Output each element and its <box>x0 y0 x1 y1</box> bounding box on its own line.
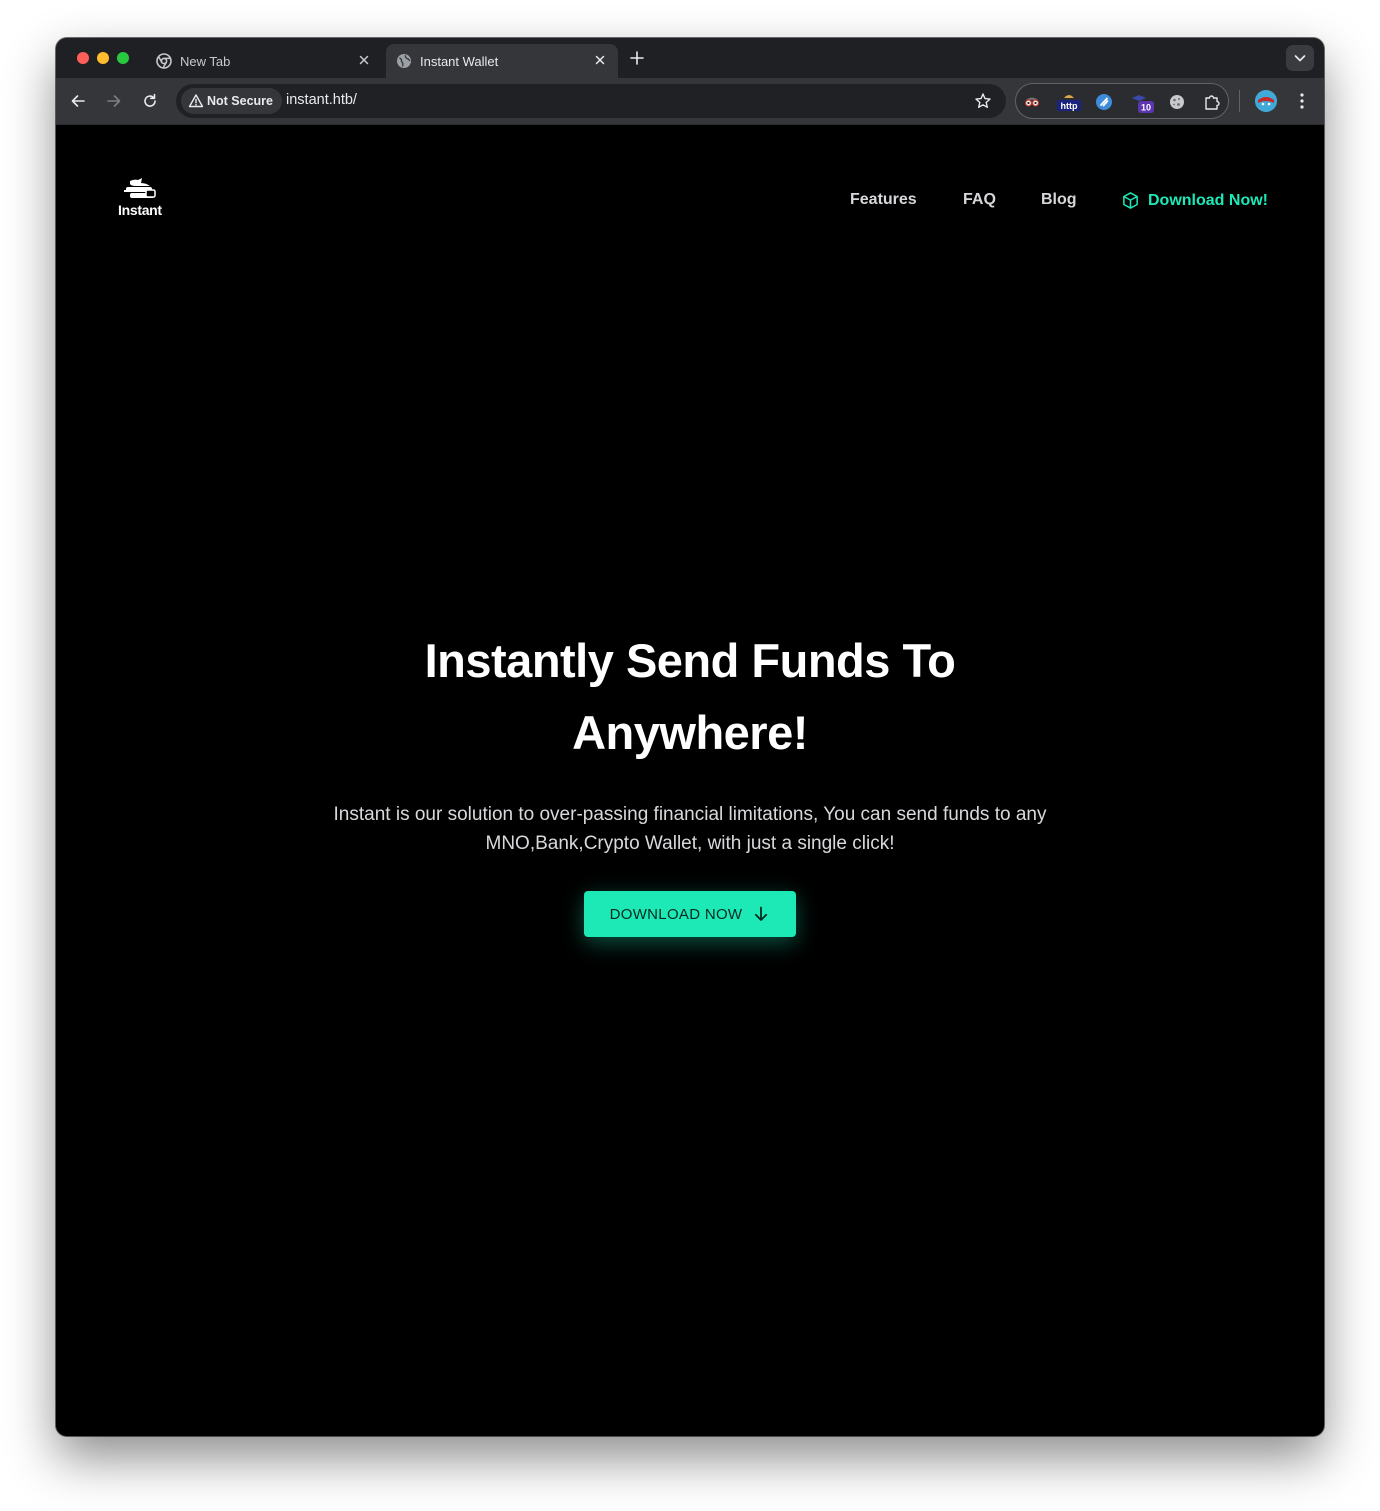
nav-download-link[interactable]: Download Now! <box>1121 191 1268 210</box>
close-window-button[interactable] <box>77 52 89 64</box>
close-tab-icon[interactable] <box>356 52 372 68</box>
http-extension-label: http <box>1061 101 1078 111</box>
hero-title-line-2: Anywhere! <box>572 706 808 759</box>
more-menu-icon[interactable] <box>1293 91 1311 111</box>
hero-title-line-1: Instantly Send Funds To <box>424 634 956 687</box>
browser-window: New Tab Instant Wallet Not Secure instan… <box>56 38 1324 1436</box>
nav-faq-link[interactable]: FAQ <box>963 191 996 209</box>
hero-title: Instantly Send Funds To Anywhere! <box>56 625 1324 769</box>
warning-triangle-icon <box>188 94 204 108</box>
bookmark-star-icon[interactable] <box>974 92 992 110</box>
logo-text: Instant <box>118 202 162 218</box>
tab-strip: New Tab Instant Wallet <box>56 38 1324 78</box>
url-text[interactable]: instant.htb/ <box>286 92 357 108</box>
tab-new-tab[interactable]: New Tab <box>146 44 382 78</box>
new-tab-button[interactable] <box>628 49 646 67</box>
download-now-label: DOWNLOAD NOW <box>609 905 743 923</box>
minimize-window-button[interactable] <box>97 52 109 64</box>
tab-instant-wallet[interactable]: Instant Wallet <box>386 44 618 78</box>
wappalyzer-extension-icon[interactable] <box>1094 92 1114 112</box>
profile-avatar[interactable] <box>1255 90 1277 112</box>
close-tab-icon[interactable] <box>592 52 608 68</box>
address-bar[interactable]: Not Secure instant.htb/ <box>176 84 1006 118</box>
security-label: Not Secure <box>207 94 273 108</box>
package-box-icon <box>1123 192 1138 209</box>
download-now-button[interactable]: DOWNLOAD NOW <box>584 891 796 937</box>
web-page: Instant Features FAQ Blog Download Now! … <box>56 125 1324 1436</box>
toolbar-separator <box>1239 90 1240 112</box>
hero-subtitle: Instant is our solution to over-passing … <box>333 804 1047 854</box>
spy-glasses-extension-icon[interactable] <box>1022 92 1042 112</box>
avatar-icon <box>1255 90 1277 112</box>
tab-search-button[interactable] <box>1286 45 1314 71</box>
maximize-window-button[interactable] <box>117 52 129 64</box>
http-extension-icon[interactable]: http <box>1056 92 1082 112</box>
browser-toolbar: Not Secure instant.htb/ http 10 <box>56 78 1324 125</box>
badge-extension-icon[interactable]: 10 <box>1130 92 1156 113</box>
nav-features-link[interactable]: Features <box>850 191 917 209</box>
nav-blog-link[interactable]: Blog <box>1041 191 1077 209</box>
chevron-down-icon <box>1294 55 1306 62</box>
extensions-group: http 10 <box>1015 83 1229 119</box>
puzzle-extensions-icon[interactable] <box>1202 92 1222 112</box>
security-chip[interactable]: Not Secure <box>181 88 282 114</box>
nav-download-label: Download Now! <box>1148 191 1268 209</box>
cookie-extension-icon[interactable] <box>1167 92 1187 112</box>
arrow-down-icon <box>755 906 768 921</box>
forward-arrow-icon[interactable] <box>105 92 123 110</box>
tab-label: Instant Wallet <box>420 54 499 69</box>
extension-badge-count: 10 <box>1141 103 1151 113</box>
back-arrow-icon[interactable] <box>69 92 87 110</box>
tab-label: New Tab <box>180 54 231 69</box>
reload-icon[interactable] <box>141 92 159 110</box>
chrome-icon <box>156 53 172 69</box>
globe-icon <box>397 54 411 68</box>
